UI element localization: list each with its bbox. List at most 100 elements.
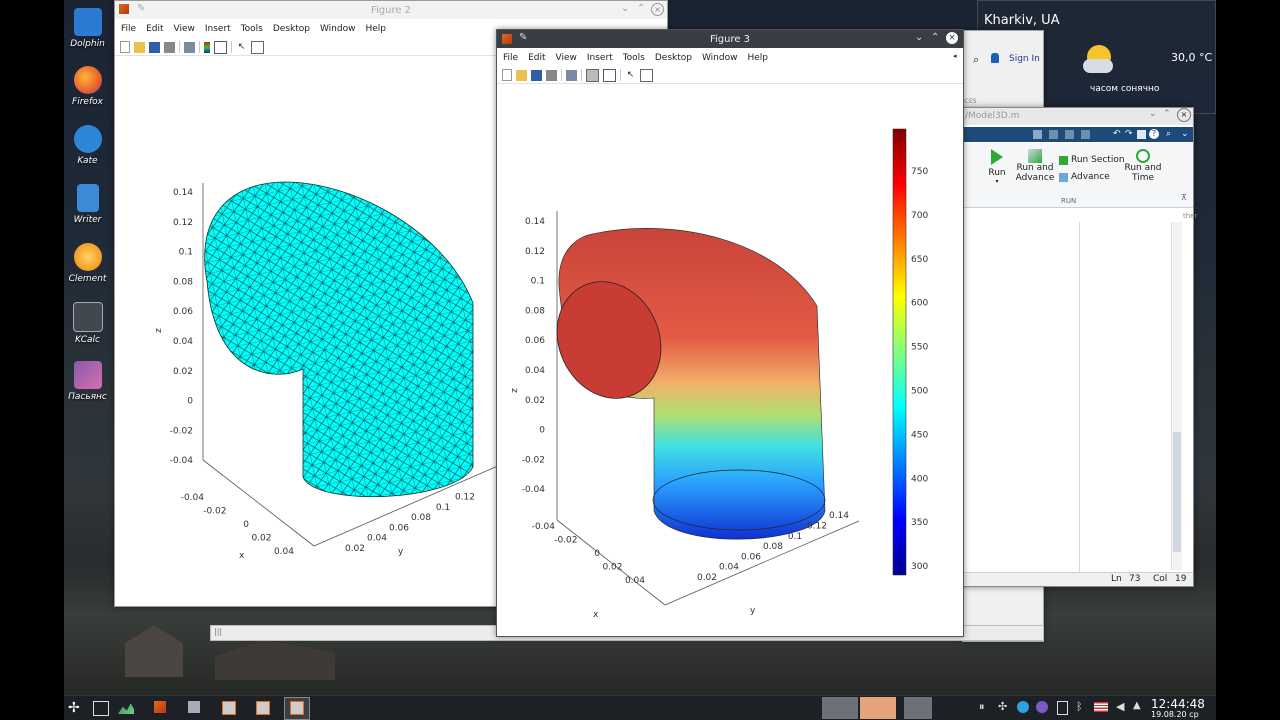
clock-time[interactable]: 12:44:48 — [1151, 697, 1205, 711]
menu-tools[interactable]: Tools — [241, 24, 263, 34]
new-figure-icon[interactable] — [502, 69, 512, 81]
copy-icon[interactable] — [1065, 130, 1074, 139]
desktop-icon-kcalc[interactable]: KCalc — [64, 302, 111, 345]
colorbar-toggle-icon[interactable] — [204, 41, 210, 53]
pointer-icon[interactable]: ↖ — [236, 42, 247, 53]
us-flag-icon[interactable] — [1094, 702, 1108, 712]
desktop-icon-dolphin[interactable]: Dolphin — [64, 8, 111, 49]
bluetooth-icon[interactable]: ᛒ — [1076, 700, 1083, 713]
menu-window[interactable]: Window — [702, 53, 738, 63]
menu-insert[interactable]: Insert — [205, 24, 231, 34]
volume-icon[interactable]: ◀ — [1116, 700, 1124, 713]
plasma-icon[interactable]: ✣ — [998, 700, 1007, 713]
property-editor-icon[interactable] — [251, 40, 264, 54]
help-icon[interactable]: ? — [1149, 129, 1159, 139]
undo-icon[interactable]: ↶ — [1113, 129, 1121, 139]
scroll-thumb[interactable] — [1173, 432, 1181, 552]
print-icon[interactable] — [546, 69, 557, 81]
figure-task-icon[interactable] — [256, 701, 270, 715]
menu-file[interactable]: File — [121, 24, 136, 34]
pager-desktop-1[interactable] — [822, 697, 858, 719]
minimize-icon[interactable]: ⌄ — [915, 32, 923, 43]
app-launcher-icon[interactable]: ✢ — [68, 700, 80, 716]
editor-scrollbar[interactable] — [1171, 222, 1182, 570]
pin-icon[interactable]: ⌕ — [1166, 129, 1171, 139]
collapse-ribbon-icon[interactable]: ⊼ — [1181, 193, 1187, 202]
new-figure-icon[interactable] — [120, 41, 130, 53]
menu-view[interactable]: View — [556, 53, 577, 63]
desktop-icon-kate[interactable]: Kate — [64, 125, 111, 166]
advance-button[interactable]: Advance — [1059, 172, 1110, 182]
print-icon[interactable] — [164, 41, 175, 53]
pin-icon[interactable]: ✎ — [519, 32, 527, 43]
clock-date[interactable]: 19.08.20 ср — [1151, 710, 1199, 719]
figure-task-icon[interactable] — [222, 701, 236, 715]
close-icon[interactable]: × — [651, 3, 664, 16]
menu-edit[interactable]: Edit — [146, 24, 163, 34]
pin-icon[interactable]: ✎ — [137, 3, 145, 14]
run-section-button[interactable]: Run Section — [1059, 155, 1125, 165]
menubar-overflow-icon[interactable]: ◂ — [953, 52, 957, 60]
save-icon[interactable] — [1033, 130, 1042, 139]
open-file-icon[interactable] — [516, 69, 527, 81]
editor-task-icon[interactable] — [188, 701, 200, 713]
menu-window[interactable]: Window — [320, 24, 356, 34]
search-icon[interactable]: ⌕ — [973, 53, 979, 67]
menu-edit[interactable]: Edit — [528, 53, 545, 63]
desktop-icon-patience[interactable]: Пасьянс — [64, 361, 111, 402]
clipboard-icon[interactable] — [1057, 701, 1068, 715]
show-desktop-icon[interactable] — [93, 701, 109, 716]
maximize-icon[interactable]: ⌃ — [1163, 109, 1171, 119]
colorbar[interactable] — [892, 128, 907, 576]
menu-file[interactable]: File — [503, 53, 518, 63]
menu-desktop[interactable]: Desktop — [655, 53, 692, 63]
figure-task-icon[interactable] — [290, 701, 304, 715]
media-pause-icon[interactable]: ⏸ — [979, 700, 985, 714]
switch-icon[interactable] — [1137, 130, 1146, 139]
expand-icon[interactable]: ⌄ — [1181, 129, 1189, 139]
desktop-icon-clement[interactable]: Clement — [64, 243, 111, 284]
run-and-time-button[interactable]: Run and Time — [1123, 149, 1163, 183]
open-file-icon[interactable] — [134, 41, 145, 53]
notification-icon[interactable] — [991, 53, 999, 63]
redo-icon[interactable]: ↷ — [1125, 129, 1133, 139]
pointer-icon[interactable]: ↖ — [625, 70, 636, 81]
menu-help[interactable]: Help — [747, 53, 768, 63]
cut-icon[interactable] — [1049, 130, 1058, 139]
link-plot-icon[interactable] — [566, 69, 577, 81]
minimize-icon[interactable]: ⌄ — [621, 3, 629, 14]
run-and-advance-button[interactable]: Run and Advance — [1015, 149, 1055, 183]
desktop-icon-firefox[interactable]: Firefox — [64, 66, 111, 107]
paste-icon[interactable] — [1081, 130, 1090, 139]
x-tick-label: 0.02 — [251, 534, 271, 544]
weather-city: Kharkiv, UA — [984, 13, 1060, 28]
pager-desktop-3[interactable] — [904, 697, 932, 719]
link-plot-icon[interactable] — [184, 41, 195, 53]
menu-tools[interactable]: Tools — [623, 53, 645, 63]
matlab-task-icon[interactable] — [154, 701, 166, 713]
x-tick-label: 0.02 — [602, 563, 622, 573]
pager-desktop-2[interactable] — [860, 697, 896, 719]
run-button[interactable]: Run ▾ — [985, 149, 1009, 185]
maximize-icon[interactable]: ⌃ — [637, 3, 645, 14]
save-icon[interactable] — [531, 69, 542, 81]
menu-desktop[interactable]: Desktop — [273, 24, 310, 34]
legend-toggle-icon[interactable] — [603, 68, 616, 82]
desktop-icon-writer[interactable]: Writer — [64, 184, 111, 225]
tray-expand-icon[interactable]: ▲ — [1133, 700, 1141, 711]
close-icon[interactable]: × — [1177, 108, 1191, 122]
save-icon[interactable] — [149, 41, 160, 53]
menu-insert[interactable]: Insert — [587, 53, 613, 63]
menu-help[interactable]: Help — [365, 24, 386, 34]
colorbar-toggle-icon[interactable] — [586, 68, 599, 82]
sign-in-link[interactable]: Sign In — [1009, 54, 1040, 64]
minimize-icon[interactable]: ⌄ — [1149, 109, 1157, 119]
maximize-icon[interactable]: ⌃ — [931, 32, 939, 43]
property-editor-icon[interactable] — [640, 68, 653, 82]
viber-icon[interactable] — [1036, 701, 1048, 713]
close-icon[interactable]: × — [946, 32, 958, 44]
system-monitor-icon[interactable] — [118, 703, 134, 714]
legend-toggle-icon[interactable] — [214, 40, 227, 54]
telegram-icon[interactable] — [1017, 701, 1029, 713]
menu-view[interactable]: View — [174, 24, 195, 34]
